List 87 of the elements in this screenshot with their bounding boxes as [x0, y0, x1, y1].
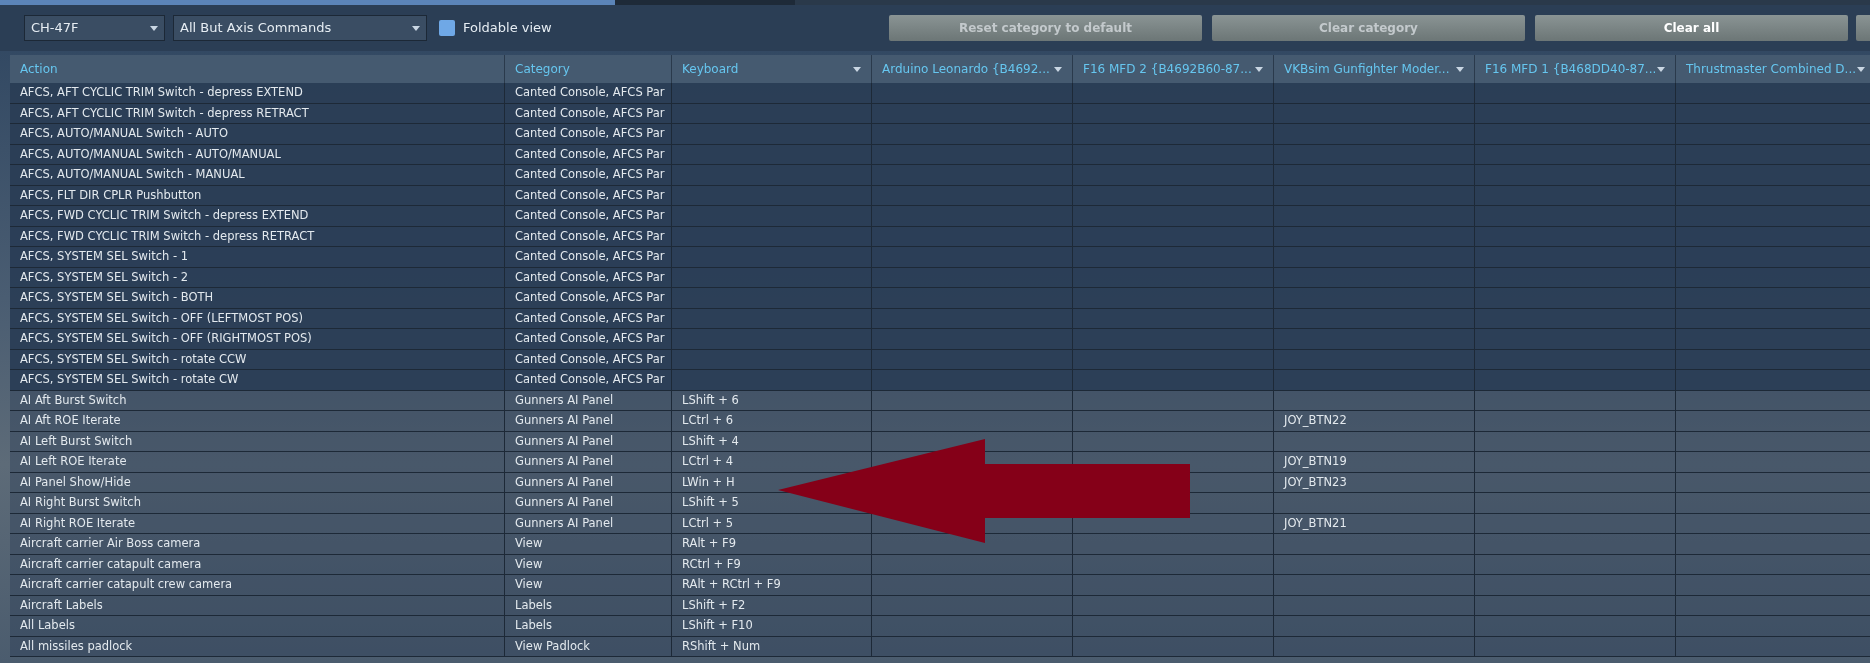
table-cell: View [515, 535, 543, 553]
caret-icon [1054, 66, 1062, 72]
table-cell: All Labels [20, 617, 75, 635]
table-cell: Canted Console, AFCS Par [515, 289, 665, 307]
table-cell: Canted Console, AFCS Par [515, 145, 665, 163]
table-cell: Gunners AI Panel [515, 391, 614, 409]
table-cell: Canted Console, AFCS Par [515, 207, 665, 225]
table-cell: AFCS, SYSTEM SEL Switch - 1 [20, 248, 189, 266]
table-cell: AFCS, FWD CYCLIC TRIM Switch - depress RETRACT [20, 227, 315, 245]
table-cell: AFCS, SYSTEM SEL Switch - rotate CCW [20, 350, 247, 368]
table-cell: Canted Console, AFCS Par [515, 186, 665, 204]
caret-icon [412, 25, 420, 31]
table-cell: LShift + 5 [682, 494, 739, 512]
table-cell: View Padlock [515, 637, 590, 655]
table-cell: Gunners AI Panel [515, 494, 614, 512]
caret-icon [1255, 66, 1263, 72]
table-cell: View [515, 576, 543, 594]
table-cell: Canted Console, AFCS Par [515, 330, 665, 348]
table-cell: RAlt + F9 [682, 535, 736, 553]
table-cell: All missiles padlock [20, 637, 133, 655]
table-cell: Labels [515, 617, 552, 635]
table-cell: AFCS, FLT DIR CPLR Pushbutton [20, 186, 202, 204]
table-cell: Canted Console, AFCS Par [515, 248, 665, 266]
toolbar-button[interactable]: Clear all [1535, 15, 1848, 41]
table-cell: Canted Console, AFCS Par [515, 125, 665, 143]
table-cell: Gunners AI Panel [515, 514, 614, 532]
table-cell: Aircraft carrier Air Boss camera [20, 535, 201, 553]
table-cell: Gunners AI Panel [515, 473, 614, 491]
caret-icon [853, 66, 861, 72]
table-cell: LCtrl + 5 [682, 514, 734, 532]
table-cell: LShift + F10 [682, 617, 753, 635]
table-cell: View [515, 555, 543, 573]
caret-icon [150, 25, 158, 31]
table-cell: Canted Console, AFCS Par [515, 371, 665, 389]
table-cell: AFCS, SYSTEM SEL Switch - OFF (LEFTMOST POS) [20, 309, 303, 327]
caret-icon [1857, 66, 1865, 72]
foldable-view-label: Foldable view [463, 19, 552, 38]
table-cell: AFCS, SYSTEM SEL Switch - 2 [20, 268, 189, 286]
table-cell: Canted Console, AFCS Par [515, 227, 665, 245]
table-cell: AI Aft Burst Switch [20, 391, 127, 409]
table-cell: RShift + Num [682, 637, 761, 655]
dropdown-select[interactable]: CH-47F [24, 15, 165, 41]
table-cell: AFCS, AUTO/MANUAL Switch - AUTO/MANUAL [20, 145, 281, 163]
foldable-view-checkbox[interactable] [439, 20, 455, 36]
table-cell: Canted Console, AFCS Par [515, 350, 665, 368]
table-cell: LCtrl + 4 [682, 453, 734, 471]
table-cell: Aircraft carrier catapult camera [20, 555, 202, 573]
table-cell: LShift + F2 [682, 596, 746, 614]
table-cell: Canted Console, AFCS Par [515, 104, 665, 122]
table-cell: Canted Console, AFCS Par [515, 166, 665, 184]
dropdown-select[interactable]: All But Axis Commands [173, 15, 427, 41]
table-cell: Aircraft Labels [20, 596, 103, 614]
table-cell: Labels [515, 596, 552, 614]
table-cell: AFCS, SYSTEM SEL Switch - OFF (RIGHTMOST POS) [20, 330, 312, 348]
table-cell: RCtrl + F9 [682, 555, 741, 573]
table-cell: AFCS, AFT CYCLIC TRIM Switch - depress RETRACT [20, 104, 309, 122]
table-cell: AI Panel Show/Hide [20, 473, 131, 491]
table-cell: RAlt + RCtrl + F9 [682, 576, 781, 594]
table-cell: AI Right ROE Iterate [20, 514, 136, 532]
table-cell: JOY_BTN22 [1284, 412, 1347, 430]
table-cell: Canted Console, AFCS Par [515, 309, 665, 327]
table-cell: Canted Console, AFCS Par [515, 268, 665, 286]
table-cell: LCtrl + 6 [682, 412, 734, 430]
table-cell: AFCS, AUTO/MANUAL Switch - AUTO [20, 125, 228, 143]
table-cell: Gunners AI Panel [515, 453, 614, 471]
table-cell: AFCS, FWD CYCLIC TRIM Switch - depress EXTEND [20, 207, 309, 225]
table-cell: JOY_BTN21 [1284, 514, 1347, 532]
table-cell: JOY_BTN19 [1284, 453, 1347, 471]
table-cell: LWin + H [682, 473, 735, 491]
table-cell: AFCS, AFT CYCLIC TRIM Switch - depress EXTEND [20, 84, 303, 102]
caret-icon [1657, 66, 1665, 72]
table-cell: AFCS, SYSTEM SEL Switch - BOTH [20, 289, 214, 307]
table-cell: AFCS, AUTO/MANUAL Switch - MANUAL [20, 166, 245, 184]
table-cell: Canted Console, AFCS Par [515, 84, 665, 102]
table-cell: JOY_BTN23 [1284, 473, 1347, 491]
table-cell: LShift + 4 [682, 432, 739, 450]
table-cell: AFCS, SYSTEM SEL Switch - rotate CW [20, 371, 239, 389]
table-cell: Gunners AI Panel [515, 432, 614, 450]
toolbar-button[interactable] [1856, 15, 1870, 41]
table-cell: AI Left Burst Switch [20, 432, 133, 450]
table-cell: AI Aft ROE Iterate [20, 412, 121, 430]
caret-icon [1456, 66, 1464, 72]
table-cell: AI Right Burst Switch [20, 494, 141, 512]
table-cell: AI Left ROE Iterate [20, 453, 127, 471]
table-cell: Aircraft carrier catapult crew camera [20, 576, 233, 594]
table-cell: Gunners AI Panel [515, 412, 614, 430]
table-cell: LShift + 6 [682, 391, 739, 409]
